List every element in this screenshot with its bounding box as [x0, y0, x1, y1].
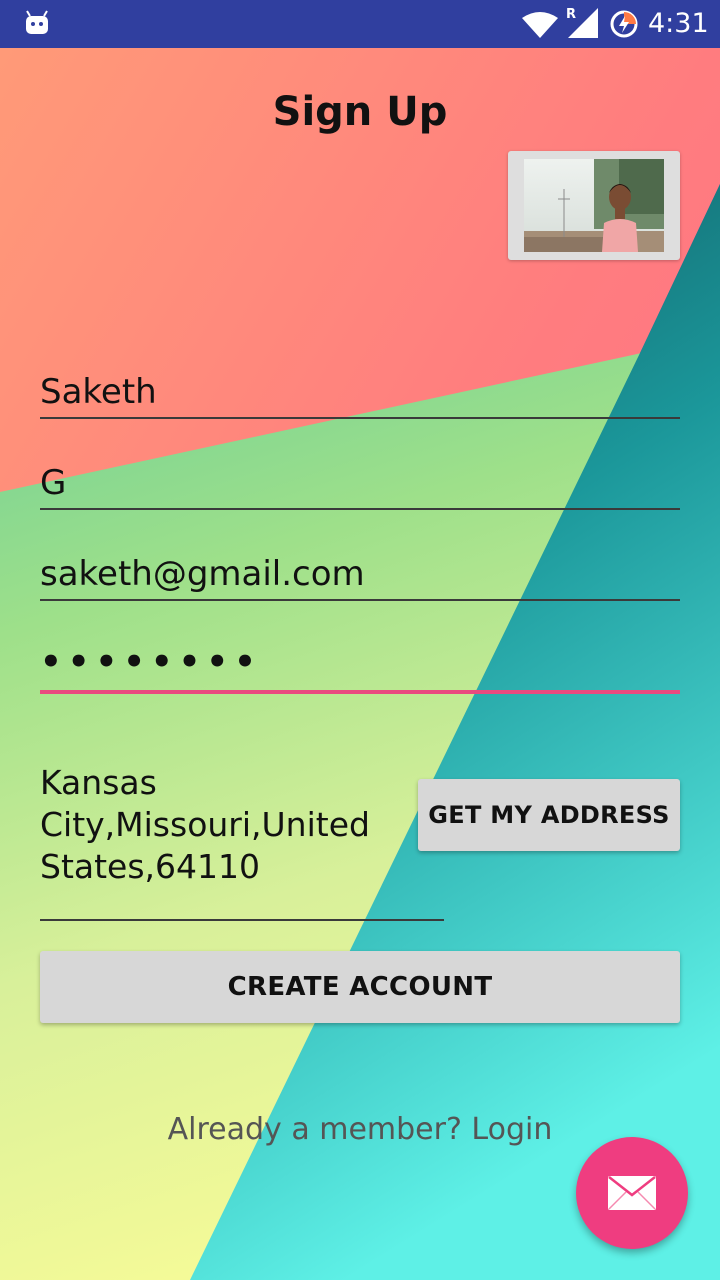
password-input[interactable]: •••••••• [40, 642, 262, 682]
mail-icon [608, 1176, 656, 1210]
create-account-button[interactable]: CREATE ACCOUNT [40, 951, 680, 1023]
address-underline [40, 919, 444, 921]
status-bar: R 4:31 [0, 0, 720, 48]
profile-photo[interactable] [508, 151, 680, 260]
password-field[interactable]: •••••••• [40, 640, 680, 696]
android-icon [26, 10, 48, 34]
email-input[interactable]: saketh@gmail.com [40, 554, 365, 594]
status-time: 4:31 [648, 8, 709, 39]
get-my-address-button[interactable]: GET MY ADDRESS [418, 779, 680, 851]
last-name-underline [40, 508, 680, 510]
address-input[interactable]: Kansas City,Missouri,United States,64110 [40, 762, 420, 888]
signal-icon [568, 8, 598, 38]
last-name-input[interactable]: G [40, 463, 66, 503]
wifi-icon [522, 12, 558, 38]
email-field[interactable]: saketh@gmail.com [40, 552, 680, 604]
email-underline [40, 599, 680, 601]
last-name-field[interactable]: G [40, 460, 680, 512]
first-name-underline [40, 417, 680, 419]
mail-fab-button[interactable] [576, 1137, 688, 1249]
profile-photo-image [524, 159, 664, 252]
page-title: Sign Up [272, 89, 448, 135]
first-name-input[interactable]: Saketh [40, 372, 157, 412]
first-name-field[interactable]: Saketh [40, 368, 680, 420]
battery-charging-icon [610, 10, 638, 38]
password-underline [40, 690, 680, 694]
